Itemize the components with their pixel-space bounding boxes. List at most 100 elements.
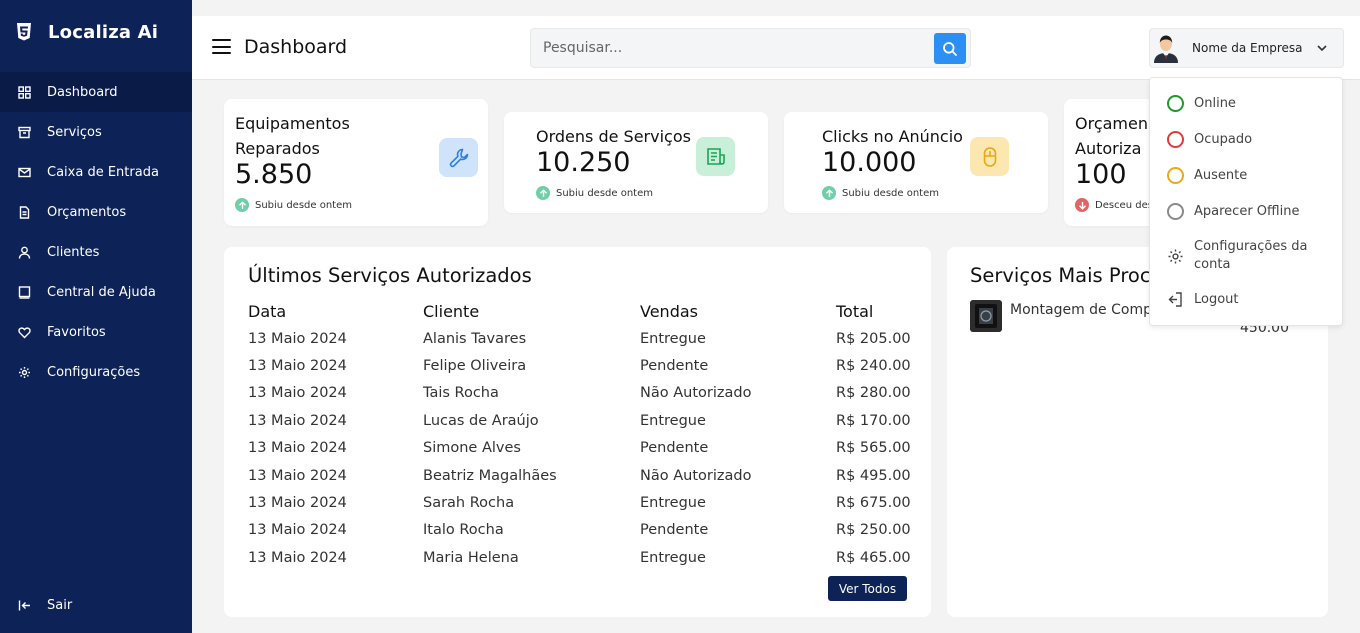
cell-total: R$ 565.00 — [836, 440, 911, 457]
stat-title: Ordens de Serviços — [536, 127, 691, 146]
logout-icon — [18, 599, 31, 612]
cell-total: R$ 465.00 — [836, 549, 911, 566]
table-row[interactable]: 13 Maio 2024 Maria Helena Entregue R$ 465.0… — [248, 544, 916, 571]
cell-vendas: Pendente — [640, 358, 709, 375]
stat-card-ordens: Ordens de Serviços 10.250 Subiu desde on… — [504, 112, 768, 213]
cell-cliente: Tais Rocha — [423, 385, 499, 402]
sidebar-item-label: Favoritos — [47, 324, 106, 340]
cell-data: 13 Maio 2024 — [248, 385, 347, 402]
status-ocupado-option[interactable]: Ocupado — [1167, 131, 1252, 148]
table-row[interactable]: 13 Maio 2024 Simone Alves Pendente R$ 565.0… — [248, 435, 916, 462]
view-all-button[interactable]: Ver Todos — [828, 576, 907, 601]
status-ring-icon — [1167, 203, 1184, 220]
stat-value: 10.000 — [822, 147, 917, 178]
table-row[interactable]: 13 Maio 2024 Lucas de Araújo Entregue R$ 17… — [248, 407, 916, 434]
sidebar-item-dashboard[interactable]: Dashboard — [0, 72, 192, 112]
cell-total: R$ 240.00 — [836, 358, 911, 375]
logout-option[interactable]: Logout — [1167, 291, 1239, 308]
search-input[interactable] — [531, 29, 911, 67]
cell-vendas: Entregue — [640, 549, 706, 566]
stat-title: Orçamen Autoriza — [1075, 114, 1148, 158]
sidebar-item-label: Clientes — [47, 244, 100, 260]
table-row[interactable]: 13 Maio 2024 Alanis Tavares Entregue R$ 205… — [248, 325, 916, 352]
stat-trend: Subiu desde ontem — [536, 186, 653, 200]
grid-icon — [18, 85, 31, 99]
sidebar-item-configuracoes[interactable]: Configurações — [0, 352, 192, 392]
gaming-pc-thumbnail — [970, 300, 1002, 332]
sidebar: Localiza Ai Dashboard Serviços Caixa de … — [0, 0, 192, 633]
search-icon — [943, 41, 957, 56]
search-bar — [530, 28, 971, 68]
html5-logo-icon — [17, 23, 31, 41]
table-row[interactable]: 13 Maio 2024 Italo Rocha Pendente R$ 250.00 — [248, 517, 916, 544]
sidebar-item-label: Dashboard — [47, 84, 118, 100]
cell-vendas: Não Autorizado — [640, 467, 752, 484]
sidebar-item-caixa-de-entrada[interactable]: Caixa de Entrada — [0, 152, 192, 192]
cell-total: R$ 675.00 — [836, 495, 911, 512]
stat-value: 5.850 — [235, 159, 313, 190]
archive-icon — [18, 126, 31, 139]
sidebar-item-central-de-ajuda[interactable]: Central de Ajuda — [0, 272, 192, 312]
cell-vendas: Pendente — [640, 440, 709, 457]
mouse-icon — [970, 137, 1009, 176]
search-button[interactable] — [934, 33, 966, 64]
sidebar-item-label: Central de Ajuda — [47, 284, 156, 300]
cell-cliente: Sarah Rocha — [423, 495, 515, 512]
cell-data: 13 Maio 2024 — [248, 467, 347, 484]
sidebar-item-clientes[interactable]: Clientes — [0, 232, 192, 272]
table-row[interactable]: 13 Maio 2024 Sarah Rocha Entregue R$ 675.00 — [248, 489, 916, 516]
stat-trend: Subiu desde ontem — [235, 198, 352, 212]
stat-trend: Desceu des — [1075, 198, 1153, 212]
sidebar-item-servicos[interactable]: Serviços — [0, 112, 192, 152]
stat-trend: Subiu desde ontem — [822, 186, 939, 200]
status-offline-option[interactable]: Aparecer Offline — [1167, 203, 1299, 220]
cell-data: 13 Maio 2024 — [248, 440, 347, 457]
profile-menu-button[interactable]: Nome da Empresa — [1149, 28, 1344, 68]
account-settings-option[interactable]: Configurações da conta — [1167, 238, 1324, 274]
arrow-up-icon — [822, 186, 836, 200]
panel-title: Últimos Serviços Autorizados — [248, 264, 532, 287]
status-online-option[interactable]: Online — [1167, 95, 1236, 112]
cell-total: R$ 495.00 — [836, 467, 911, 484]
sidebar-item-orcamentos[interactable]: Orçamentos — [0, 192, 192, 232]
table-row[interactable]: 13 Maio 2024 Beatriz Magalhães Não Autoriz… — [248, 462, 916, 489]
cell-cliente: Alanis Tavares — [423, 330, 527, 347]
stat-title: Equipamentos Reparados — [235, 114, 350, 158]
sidebar-item-label: Orçamentos — [47, 204, 127, 220]
cell-vendas: Entregue — [640, 330, 706, 347]
gear-icon — [1167, 248, 1184, 265]
recent-services-panel: Últimos Serviços Autorizados Data Client… — [224, 247, 931, 617]
stat-value: 10.250 — [536, 147, 631, 178]
sidebar-logout[interactable]: Sair — [0, 585, 192, 625]
gear-icon — [18, 366, 31, 379]
table-row[interactable]: 13 Maio 2024 Tais Rocha Não Autorizado R$ 2… — [248, 380, 916, 407]
cell-data: 13 Maio 2024 — [248, 522, 347, 539]
status-dropdown: Online Ocupado Ausente Aparecer Offline … — [1149, 77, 1343, 326]
heart-icon — [18, 326, 31, 339]
sidebar-item-favoritos[interactable]: Favoritos — [0, 312, 192, 352]
sidebar-item-label: Serviços — [47, 124, 102, 140]
status-ring-icon — [1167, 167, 1184, 184]
cell-data: 13 Maio 2024 — [248, 358, 347, 375]
cell-vendas: Não Autorizado — [640, 385, 752, 402]
help-book-icon — [18, 285, 31, 299]
chevron-down-icon — [1316, 44, 1327, 51]
column-header-total: Total — [836, 302, 874, 321]
table-row[interactable]: 13 Maio 2024 Felipe Oliveira Pendente R$ 24… — [248, 352, 916, 379]
arrow-up-icon — [536, 186, 550, 200]
brand[interactable]: Localiza Ai — [0, 0, 192, 64]
hamburger-menu-icon[interactable] — [212, 39, 231, 54]
cell-cliente: Lucas de Araújo — [423, 412, 539, 429]
sidebar-logout-label: Sair — [47, 597, 73, 613]
status-ring-icon — [1167, 131, 1184, 148]
status-ausente-option[interactable]: Ausente — [1167, 167, 1247, 184]
cell-data: 13 Maio 2024 — [248, 330, 347, 347]
cell-total: R$ 250.00 — [836, 522, 911, 539]
page-title: Dashboard — [244, 36, 348, 58]
column-header-data: Data — [248, 302, 287, 321]
avatar — [1154, 35, 1178, 63]
cell-data: 13 Maio 2024 — [248, 549, 347, 566]
arrow-up-icon — [235, 198, 249, 212]
cell-cliente: Beatriz Magalhães — [423, 467, 557, 484]
cell-cliente: Felipe Oliveira — [423, 358, 527, 375]
